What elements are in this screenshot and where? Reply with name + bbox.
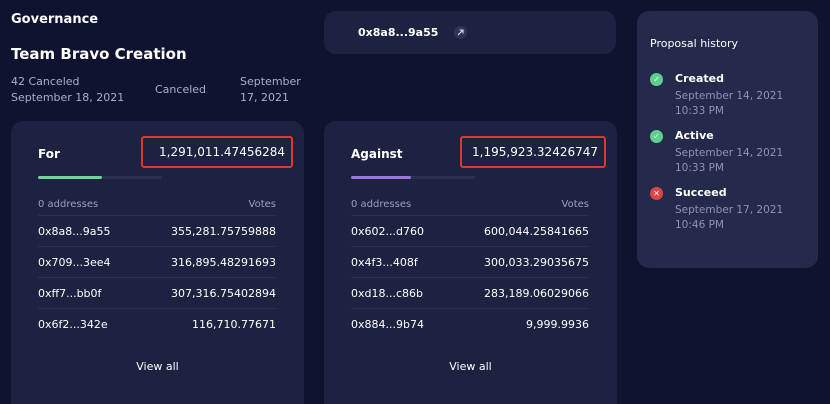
proposal-id-status: 42 Canceled (11, 75, 80, 88)
proposal-title: Team Bravo Creation (11, 45, 187, 63)
check-icon: ✓ (650, 73, 663, 86)
voter-address[interactable]: 0x602...d760 (351, 225, 424, 238)
history-item-name: Created (675, 72, 724, 85)
end-date-line1: September (240, 75, 301, 88)
history-item-time: September 17, 2021 10:46 PM (675, 204, 784, 231)
addresses-count: 0 addresses (351, 199, 412, 210)
for-label: For (38, 147, 60, 161)
votes-column-header: Votes (561, 199, 589, 210)
history-item-name: Active (675, 129, 714, 142)
for-total-votes: 1,291,011.47456284 (141, 136, 293, 168)
against-table-header: 0 addresses Votes (351, 199, 589, 210)
end-date-line2: 17, 2021 (240, 91, 289, 104)
for-progress-bar (38, 176, 162, 179)
for-votes-card: For 1,291,011.47456284 0 addresses Votes… (11, 121, 304, 404)
against-total-votes: 1,195,923.32426747 (460, 136, 606, 168)
table-row: 0x8a8...9a55 355,281.75759888 (38, 215, 276, 246)
for-table-header: 0 addresses Votes (38, 199, 276, 210)
voter-address[interactable]: 0xff7...bb0f (38, 287, 101, 300)
proposal-history-panel: Proposal history ✓ Created September 14,… (637, 11, 818, 268)
voter-votes: 600,044.25841665 (484, 224, 589, 238)
for-view-all-button[interactable]: View all (11, 360, 304, 373)
section-title: Governance (11, 12, 99, 27)
addresses-count: 0 addresses (38, 199, 99, 210)
proposer-address[interactable]: 0x8a8...9a55 (358, 26, 438, 39)
proposal-status: Canceled (155, 83, 207, 96)
votes-column-header: Votes (248, 199, 276, 210)
external-link-icon[interactable] (454, 26, 468, 39)
history-item-time: September 14, 2021 10:33 PM (675, 147, 784, 174)
against-view-all-button[interactable]: View all (324, 360, 617, 373)
table-row: 0x884...9b74 9,999.9936 (351, 308, 589, 339)
history-item-time: September 14, 2021 10:33 PM (675, 90, 784, 117)
proposal-meta: 42 Canceled September 18, 2021 (11, 74, 124, 106)
voter-address[interactable]: 0x8a8...9a55 (38, 225, 110, 238)
voter-address[interactable]: 0x4f3...408f (351, 256, 418, 269)
against-votes-card: Against 1,195,923.32426747 0 addresses V… (324, 121, 617, 404)
voter-address[interactable]: 0x709...3ee4 (38, 256, 111, 269)
voter-votes: 116,710.77671 (192, 317, 276, 331)
voter-votes: 355,281.75759888 (171, 224, 276, 238)
voter-address[interactable]: 0xd18...c86b (351, 287, 423, 300)
history-item-name: Succeed (675, 186, 727, 199)
proposal-page: Governance Team Bravo Creation 42 Cancel… (0, 0, 830, 404)
table-row: 0xd18...c86b 283,189.06029066 (351, 277, 589, 308)
against-progress-bar (351, 176, 475, 179)
proposer-address-pill[interactable]: 0x8a8...9a55 (324, 11, 616, 54)
voter-votes: 307,316.75402894 (171, 286, 276, 300)
table-row: 0x4f3...408f 300,033.29035675 (351, 246, 589, 277)
table-row: 0x6f2...342e 116,710.77671 (38, 308, 276, 339)
voter-address[interactable]: 0x6f2...342e (38, 318, 108, 331)
against-progress-fill (351, 176, 411, 179)
against-label: Against (351, 147, 403, 161)
voter-votes: 9,999.9936 (526, 317, 589, 331)
check-icon: ✓ (650, 130, 663, 143)
voter-address[interactable]: 0x884...9b74 (351, 318, 424, 331)
voter-votes: 300,033.29035675 (484, 255, 589, 269)
voter-votes: 283,189.06029066 (484, 286, 589, 300)
x-icon: ✕ (650, 187, 663, 200)
table-row: 0xff7...bb0f 307,316.75402894 (38, 277, 276, 308)
table-row: 0x709...3ee4 316,895.48291693 (38, 246, 276, 277)
table-row: 0x602...d760 600,044.25841665 (351, 215, 589, 246)
for-progress-fill (38, 176, 103, 179)
proposal-date: September 18, 2021 (11, 91, 125, 104)
proposal-end-date: September 17, 2021 (240, 74, 301, 106)
history-title: Proposal history (650, 37, 739, 50)
voter-votes: 316,895.48291693 (171, 255, 276, 269)
